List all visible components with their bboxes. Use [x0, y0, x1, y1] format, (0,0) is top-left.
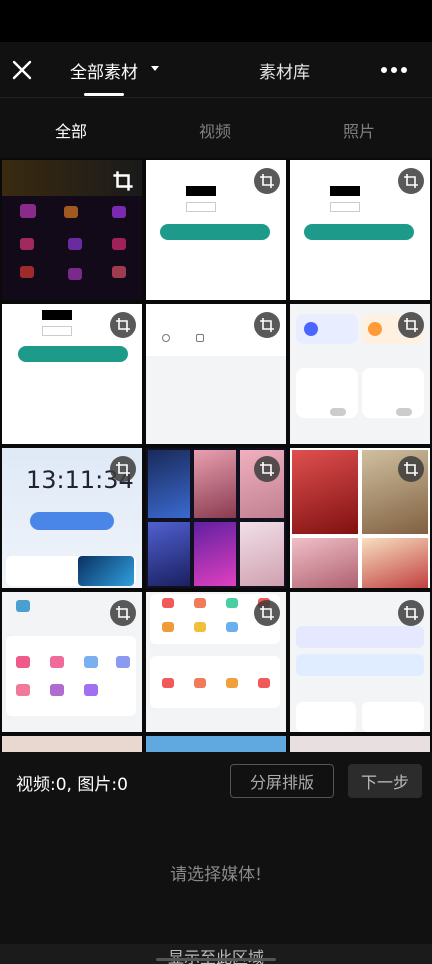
caret-down-icon	[148, 58, 162, 78]
media-thumb[interactable]	[2, 304, 142, 444]
close-icon[interactable]	[8, 56, 36, 84]
split-layout-button[interactable]: 分屏排版	[230, 764, 334, 798]
filter-bar: 全部 视频 照片	[0, 98, 432, 158]
media-thumb[interactable]	[146, 304, 286, 444]
media-thumb[interactable]: 13:11:34	[2, 448, 142, 588]
tab-all-materials-label: 全部素材	[70, 63, 138, 83]
filter-video[interactable]: 视频	[199, 118, 231, 142]
media-thumb[interactable]	[2, 736, 142, 752]
home-indicator[interactable]	[156, 958, 276, 961]
crop-icon[interactable]	[254, 600, 280, 626]
media-thumb[interactable]	[290, 448, 430, 588]
more-icon[interactable]	[376, 58, 412, 82]
crop-icon[interactable]	[254, 312, 280, 338]
crop-icon[interactable]	[398, 600, 424, 626]
crop-icon[interactable]	[398, 312, 424, 338]
top-bar: 全部素材 素材库	[0, 42, 432, 98]
status-bar	[0, 0, 432, 42]
media-thumb[interactable]	[290, 304, 430, 444]
selected-media-area: 请选择媒体!	[0, 812, 432, 944]
footer: 显示至此区域	[0, 944, 432, 964]
crop-icon[interactable]	[254, 168, 280, 194]
crop-icon[interactable]	[398, 168, 424, 194]
crop-icon[interactable]	[110, 456, 136, 482]
media-thumb[interactable]	[290, 160, 430, 300]
media-thumb[interactable]	[146, 736, 286, 752]
media-grid: 13:11:34	[0, 158, 432, 752]
crop-icon[interactable]	[254, 456, 280, 482]
tab-all-materials[interactable]: 全部素材	[70, 58, 159, 83]
media-thumb[interactable]	[146, 160, 286, 300]
footer-label: 显示至此区域	[167, 948, 264, 964]
media-thumb[interactable]	[290, 592, 430, 732]
tab-material-library[interactable]: 素材库	[259, 58, 310, 83]
empty-hint: 请选择媒体!	[170, 865, 262, 885]
media-thumb[interactable]	[290, 736, 430, 752]
media-thumb[interactable]	[2, 592, 142, 732]
filter-all[interactable]: 全部	[55, 118, 87, 142]
crop-icon[interactable]	[110, 312, 136, 338]
crop-icon[interactable]	[112, 170, 134, 192]
active-tab-indicator	[84, 93, 124, 96]
filter-photo[interactable]: 照片	[343, 118, 375, 142]
crop-icon[interactable]	[110, 600, 136, 626]
selection-count: 视频:0, 图片:0	[16, 775, 128, 795]
crop-icon[interactable]	[398, 456, 424, 482]
next-button[interactable]: 下一步	[348, 764, 422, 798]
media-thumb[interactable]	[146, 592, 286, 732]
media-thumb[interactable]	[146, 448, 286, 588]
selection-bar: 视频:0, 图片:0 分屏排版 下一步	[0, 752, 432, 812]
media-thumb[interactable]	[2, 160, 142, 300]
